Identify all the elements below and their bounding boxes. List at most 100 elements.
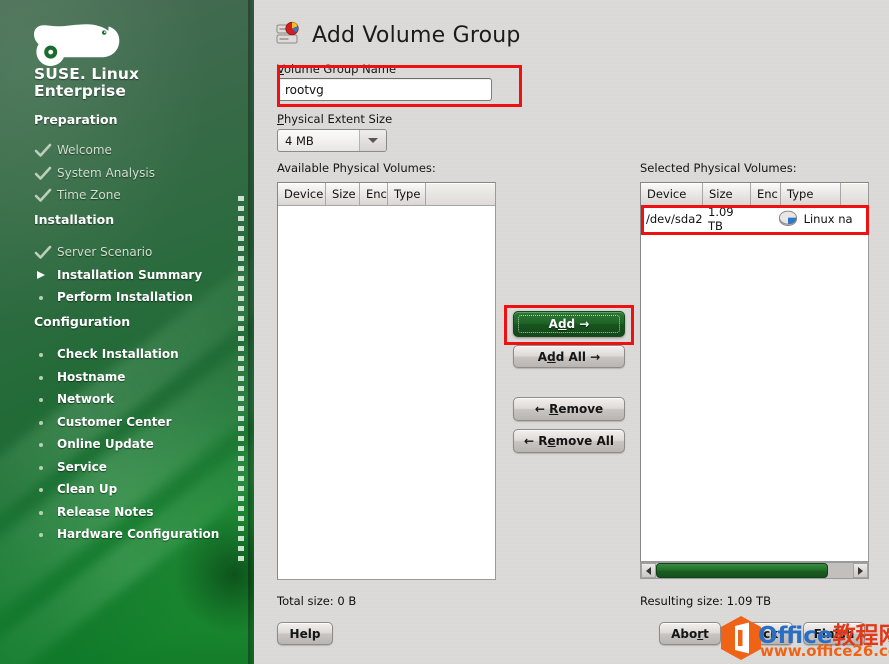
check-icon: [34, 245, 52, 260]
vg-name-label-rest: olume Group Name: [283, 62, 397, 76]
sidebar-item-check-installation[interactable]: Check Installation: [34, 347, 234, 364]
bullet-dot-icon: [34, 392, 52, 407]
sidebar-item-online-update[interactable]: Online Update: [34, 437, 234, 454]
resulting-size-status: Resulting size: 1.09 TB: [640, 594, 771, 608]
sidebar-item-release-notes[interactable]: Release Notes: [34, 505, 234, 522]
filmstrip-decoration: [238, 196, 244, 564]
watermark-url: www.office26.com: [760, 642, 889, 660]
scrollbar-track[interactable]: [656, 563, 853, 578]
available-table-header: Device Size Enc Type: [278, 183, 495, 206]
total-size-status: Total size: 0 B: [277, 594, 357, 608]
help-button[interactable]: Help: [277, 622, 333, 645]
column-header-enc[interactable]: Enc: [751, 183, 781, 205]
page-title: Add Volume Group: [274, 18, 521, 52]
bullet-dot-icon: [34, 347, 52, 362]
column-header-device[interactable]: Device: [278, 183, 326, 205]
bullet-dot-icon: [34, 415, 52, 430]
bullet-dot-icon: [34, 437, 52, 452]
sidebar-group-configuration: Configuration: [34, 314, 131, 329]
bullet-dot-icon: [34, 290, 52, 305]
sidebar-item-clean-up[interactable]: Clean Up: [34, 482, 234, 499]
sidebar-item-service[interactable]: Service: [34, 460, 234, 477]
installer-window: SUSE. Linux Enterprise Preparation Insta…: [0, 0, 889, 664]
sidebar-item-hostname[interactable]: Hostname: [34, 370, 234, 387]
vg-name-input[interactable]: rootvg: [277, 78, 492, 101]
sidebar-item-label: Hostname: [57, 369, 126, 384]
sidebar-item-installation-summary[interactable]: Installation Summary: [34, 268, 234, 285]
available-volumes-table[interactable]: Device Size Enc Type: [277, 182, 496, 580]
remove-button[interactable]: ← Remove: [513, 397, 625, 421]
sidebar-item-label: Release Notes: [57, 504, 154, 519]
brand-line-1: SUSE. Linux: [34, 65, 140, 83]
column-header-device[interactable]: Device: [641, 183, 703, 205]
bullet-dot-icon: [34, 370, 52, 385]
selected-table-hscrollbar[interactable]: [640, 562, 869, 579]
remove-button-label: ← Remove: [534, 402, 604, 416]
focus-ring: [518, 315, 620, 333]
bullet-dot-icon: [34, 482, 52, 497]
cell-device: /dev/sda2: [646, 211, 703, 226]
disk-partition-icon: [778, 210, 798, 228]
bullet-dot-icon: [34, 527, 52, 542]
remove-all-button-label: ← Remove All: [523, 434, 615, 448]
column-header-size[interactable]: Size: [326, 183, 360, 205]
installer-sidebar: SUSE. Linux Enterprise Preparation Insta…: [0, 0, 254, 664]
cell-type: Linux na: [773, 206, 868, 231]
sidebar-item-label: Service: [57, 459, 107, 474]
sidebar-item-hardware-configuration[interactable]: Hardware Configuration: [34, 527, 234, 544]
sidebar-item-label: Online Update: [57, 437, 154, 451]
sidebar-item-welcome[interactable]: Welcome: [34, 143, 234, 160]
sidebar-item-label: System Analysis: [57, 165, 156, 180]
cell-size: 1.09 TB: [708, 204, 734, 233]
sidebar-item-perform-installation[interactable]: Perform Installation: [34, 290, 234, 307]
add-button[interactable]: Add →: [513, 311, 625, 337]
add-all-button[interactable]: Add All →: [513, 345, 625, 368]
vg-name-label-mnemonic: V: [277, 62, 284, 76]
add-all-button-label: Add All →: [537, 349, 601, 364]
selected-volumes-table[interactable]: Device Size Enc Type /dev/sda2 1.09 TB Linux …: [640, 182, 869, 562]
check-icon: [34, 188, 52, 203]
sidebar-group-installation: Installation: [34, 212, 115, 227]
page-title-text: Add Volume Group: [312, 22, 521, 48]
play-triangle-icon: [34, 268, 52, 283]
check-icon: [34, 166, 52, 181]
extent-size-value: 4 MB: [285, 133, 314, 148]
sidebar-item-server-scenario[interactable]: Server Scenario: [34, 245, 234, 262]
sidebar-item-label: Welcome: [57, 143, 112, 157]
sidebar-item-label: Customer Center: [57, 414, 172, 429]
column-header-type[interactable]: Type: [781, 183, 841, 205]
sidebar-item-label: Installation Summary: [57, 267, 203, 282]
abort-button[interactable]: Abort: [659, 622, 721, 645]
sidebar-group-preparation: Preparation: [34, 112, 118, 127]
vg-name-input-value: rootvg: [285, 82, 324, 97]
sidebar-item-label: Network: [57, 392, 115, 406]
scroll-left-arrow-icon[interactable]: [641, 563, 656, 578]
sidebar-item-time-zone[interactable]: Time Zone: [34, 188, 234, 205]
cell-enc: [745, 206, 772, 231]
extent-size-select[interactable]: 4 MB: [277, 129, 387, 152]
available-volumes-label: Available Physical Volumes:: [277, 161, 436, 175]
column-header-size[interactable]: Size: [703, 183, 751, 205]
office26-watermark: Office教程网 www.office26.com: [718, 612, 889, 664]
sidebar-item-label: Time Zone: [57, 188, 121, 202]
sidebar-item-system-analysis[interactable]: System Analysis: [34, 166, 234, 183]
abort-button-label: Abort: [671, 626, 709, 641]
column-header-filler: [841, 183, 868, 205]
extent-size-label-rest: hysical Extent Size: [283, 112, 393, 126]
extent-size-label: Physical Extent Size: [277, 112, 392, 126]
chevron-down-icon[interactable]: [359, 130, 386, 151]
sidebar-item-label: Hardware Configuration: [57, 527, 220, 541]
remove-all-button[interactable]: ← Remove All: [513, 429, 625, 453]
vg-name-label: Volume Group Name: [277, 62, 396, 76]
sidebar-item-customer-center[interactable]: Customer Center: [34, 415, 234, 432]
column-header-enc[interactable]: Enc: [360, 183, 388, 205]
scrollbar-thumb[interactable]: [656, 563, 828, 578]
table-row[interactable]: /dev/sda2 1.09 TB Linux na: [641, 204, 868, 233]
column-header-type[interactable]: Type: [388, 183, 426, 205]
help-button-label: Help: [289, 626, 321, 641]
sidebar-item-label: Perform Installation: [57, 290, 193, 304]
volume-group-icon: [274, 20, 302, 51]
sidebar-item-network[interactable]: Network: [34, 392, 234, 409]
selected-table-body[interactable]: /dev/sda2 1.09 TB Linux na: [641, 204, 868, 233]
scroll-right-arrow-icon[interactable]: [853, 563, 868, 578]
